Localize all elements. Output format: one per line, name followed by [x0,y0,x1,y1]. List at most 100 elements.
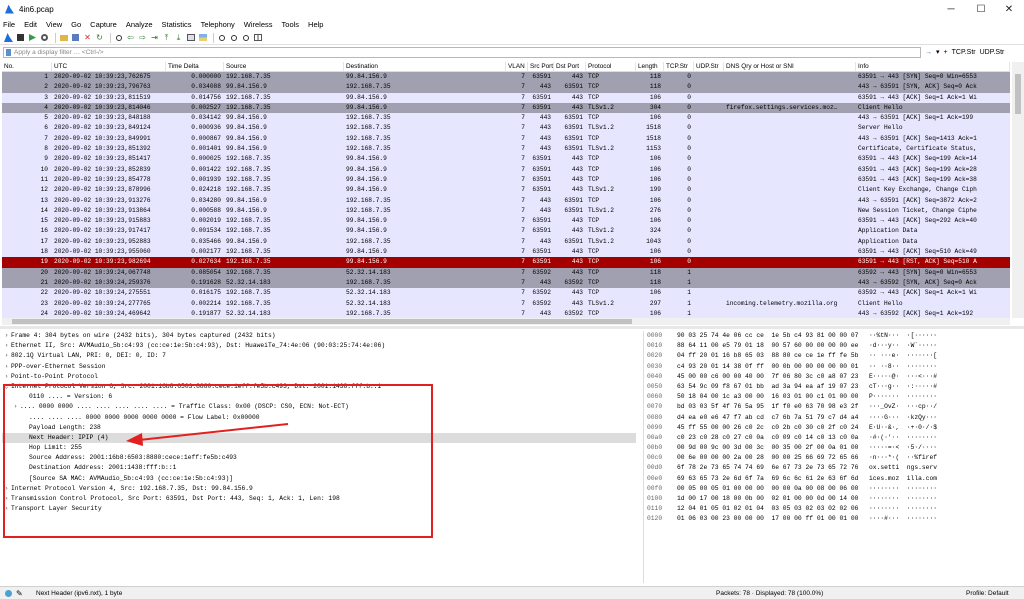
reload-file-icon[interactable]: ↻ [95,33,104,42]
column-header-protocol[interactable]: Protocol [586,62,636,71]
column-header-source[interactable]: Source [224,62,344,71]
table-row[interactable]: 12 2020-09-02 10:39:23,878996 0.024218 192.… [2,185,1010,196]
udp-stream-filter-button[interactable]: UDP.Str [980,49,1005,56]
menu-analyze[interactable]: Analyze [126,20,153,29]
hex-bytes[interactable]: 00 05 00 05 01 00 00 00 00 00 0a 00 08 0… [677,484,869,494]
hex-bytes[interactable]: 04 ff 20 01 16 b8 65 03 88 80 ce ce 1e f… [677,351,869,361]
column-header-dst-port[interactable]: Dst Port [554,62,586,71]
packet-details-pane[interactable]: › Frame 4: 304 bytes on wire (2432 bits),… [2,331,636,583]
table-row[interactable]: 3 2020-09-02 10:39:23,811519 0.014756 192.1… [2,92,1010,103]
bookmark-icon[interactable] [6,48,11,56]
colorize-icon[interactable] [198,33,207,42]
column-header-src-port[interactable]: Src Port [528,62,554,71]
open-file-icon[interactable] [59,33,68,42]
zoom-reset-icon[interactable] [241,33,250,42]
column-header-time-delta[interactable]: Time Delta [166,62,224,71]
close-file-icon[interactable]: ✕ [83,33,92,42]
hex-bytes[interactable]: bd 03 03 5f 4f 76 5a 95 1f f0 e0 63 70 9… [677,402,869,412]
hex-bytes[interactable]: 88 64 11 00 e5 79 01 18 00 57 60 00 00 0… [677,341,869,351]
hex-bytes[interactable]: 01 06 03 00 23 00 00 00 17 00 00 ff 01 0… [677,514,869,524]
column-header-info[interactable]: Info [856,62,1010,71]
hex-bytes[interactable]: c0 23 c0 28 c0 27 c0 0a c0 09 c0 14 c0 1… [677,433,869,443]
capture-options-icon[interactable] [40,33,49,42]
column-header-no[interactable]: No. [2,62,52,71]
hex-ascii[interactable]: ·· ··8·· ········ [869,362,979,372]
add-filter-button-icon[interactable]: + [944,49,948,56]
table-row[interactable]: 9 2020-09-02 10:39:23,851417 0.000025 192.1… [2,154,1010,165]
hex-ascii[interactable]: ········ ········ [869,494,979,504]
packet-list[interactable]: No. UTC Time Delta Source Destination VLAN Src… [2,62,1010,318]
hex-ascii[interactable]: ox.setti ngs.serv [869,463,979,473]
close-button[interactable]: ✕ [994,0,1024,18]
hex-ascii[interactable]: ·d···y·· ·W`····· [869,341,979,351]
hex-bytes[interactable]: 50 18 04 00 1c a3 00 00 16 03 01 00 c1 0… [677,392,869,402]
table-row[interactable]: 8 2020-09-02 10:39:23,851392 0.001401 99.84… [2,144,1010,155]
hex-ascii[interactable]: E·····@· ···<···# [869,372,979,382]
table-row[interactable]: 20 2020-09-02 10:39:24,067748 0.085054 192.… [2,267,1010,278]
column-header-destination[interactable]: Destination [344,62,506,71]
pane-splitter[interactable] [0,326,1024,329]
filter-dropdown-icon[interactable]: ▾ [936,48,940,56]
hex-ascii[interactable]: E·U··&·, ·+·0·/·$ [869,423,979,433]
hex-ascii[interactable]: ··%tN··· ·[······ [869,331,979,341]
menu-statistics[interactable]: Statistics [162,20,192,29]
hex-ascii[interactable]: cT···g·· ·:·····# [869,382,979,392]
zoom-out-icon[interactable] [229,33,238,42]
menu-wireless[interactable]: Wireless [244,20,273,29]
table-row[interactable]: 16 2020-09-02 10:39:23,917417 0.001534 192.… [2,226,1010,237]
hex-bytes[interactable]: 45 00 00 c6 00 00 40 00 7f 06 80 3c c0 a… [677,372,869,382]
table-row[interactable]: 19 2020-09-02 10:39:23,982694 0.027634 192.… [2,257,1010,268]
expand-toggle-icon[interactable]: › [2,351,11,361]
expand-toggle-icon[interactable]: › [2,331,11,341]
hex-bytes[interactable]: c4 93 20 01 14 38 0f ff 00 0b 00 00 00 0… [677,362,869,372]
packet-list-vertical-scrollbar[interactable] [1012,62,1024,318]
hex-bytes[interactable]: 6f 78 2e 73 65 74 74 69 6e 67 73 2e 73 6… [677,463,869,473]
hex-bytes[interactable]: 00 6e 00 00 00 2a 00 28 00 00 25 66 69 7… [677,453,869,463]
hex-bytes[interactable]: 90 03 25 74 4e 06 cc ce 1e 5b c4 93 81 0… [677,331,869,341]
packet-list-horizontal-scrollbar[interactable] [2,318,1010,325]
detail-tree-item[interactable]: › Point-to-Point Protocol [2,372,636,382]
menu-telephony[interactable]: Telephony [201,20,235,29]
capture-comment-icon[interactable]: ✎ [16,589,24,598]
table-row[interactable]: 6 2020-09-02 10:39:23,849124 0.000936 99.84… [2,123,1010,134]
go-forward-icon[interactable]: ⇨ [138,33,147,42]
display-filter-input[interactable]: Apply a display filter … <Ctrl-/> [3,46,921,58]
hex-ascii[interactable]: ·· ···e· ·······[ [869,351,979,361]
hex-bytes[interactable]: 12 04 01 05 01 02 01 04 03 05 03 02 03 0… [677,504,869,514]
autoscroll-icon[interactable] [186,33,195,42]
menu-tools[interactable]: Tools [282,20,300,29]
hex-ascii[interactable]: ices.moz illa.com [869,474,979,484]
detail-tree-item[interactable]: › Ethernet II, Src: AVMAudio_5b:c4:93 (cc… [2,341,636,351]
expert-info-icon[interactable] [5,589,12,597]
hex-ascii[interactable]: P······· ········ [869,392,979,402]
scrollbar-thumb[interactable] [12,319,632,324]
table-row[interactable]: 15 2020-09-02 10:39:23,915883 0.002019 192.… [2,216,1010,227]
menu-edit[interactable]: Edit [24,20,37,29]
start-capture-icon[interactable] [4,33,13,42]
status-profile[interactable]: Profile: Default [966,590,1009,597]
hex-ascii[interactable]: ········ ········ [869,484,979,494]
detail-tree-item[interactable]: › PPP-over-Ethernet Session [2,362,636,372]
hex-ascii[interactable]: ········ ········ [869,504,979,514]
table-row[interactable]: 24 2020-09-02 10:39:24,469642 0.191877 52.3… [2,308,1010,318]
table-row[interactable]: 21 2020-09-02 10:39:24,259376 0.191628 52.3… [2,277,1010,289]
resize-columns-icon[interactable] [253,33,262,42]
save-file-icon[interactable] [71,33,80,42]
hex-ascii[interactable]: ····G··· ·kzQy··· [869,413,979,423]
table-row[interactable]: 13 2020-09-02 10:39:23,913276 0.034280 99.8… [2,195,1010,206]
hex-ascii[interactable]: ·n···*·( ··%firef [869,453,979,463]
column-header-vlan[interactable]: VLAN [506,62,528,71]
table-row[interactable]: 1 2020-09-02 10:39:23,762675 0.000000 192.1… [2,72,1010,83]
table-row[interactable]: 22 2020-09-02 10:39:24,275551 0.016175 192.… [2,288,1010,299]
hex-bytes[interactable]: 45 ff 55 00 00 26 c0 2c c0 2b c0 30 c0 2… [677,423,869,433]
restart-capture-icon[interactable] [28,33,37,42]
table-row[interactable]: 4 2020-09-02 10:39:23,814046 0.002527 192.1… [2,102,1010,114]
menu-go[interactable]: Go [71,20,81,29]
table-row[interactable]: 10 2020-09-02 10:39:23,852839 0.001422 192.… [2,164,1010,175]
table-row[interactable]: 2 2020-09-02 10:39:23,796763 0.034088 99.84… [2,82,1010,93]
apply-filter-arrow-icon[interactable]: → [925,49,932,56]
table-row[interactable]: 17 2020-09-02 10:39:23,952883 0.035466 99.8… [2,236,1010,248]
hex-ascii[interactable]: ·#·(·'·· ········ [869,433,979,443]
expand-toggle-icon[interactable]: › [2,372,11,382]
hex-bytes[interactable]: 69 63 65 73 2e 6d 6f 7a 69 6c 6c 61 2e 6… [677,474,869,484]
